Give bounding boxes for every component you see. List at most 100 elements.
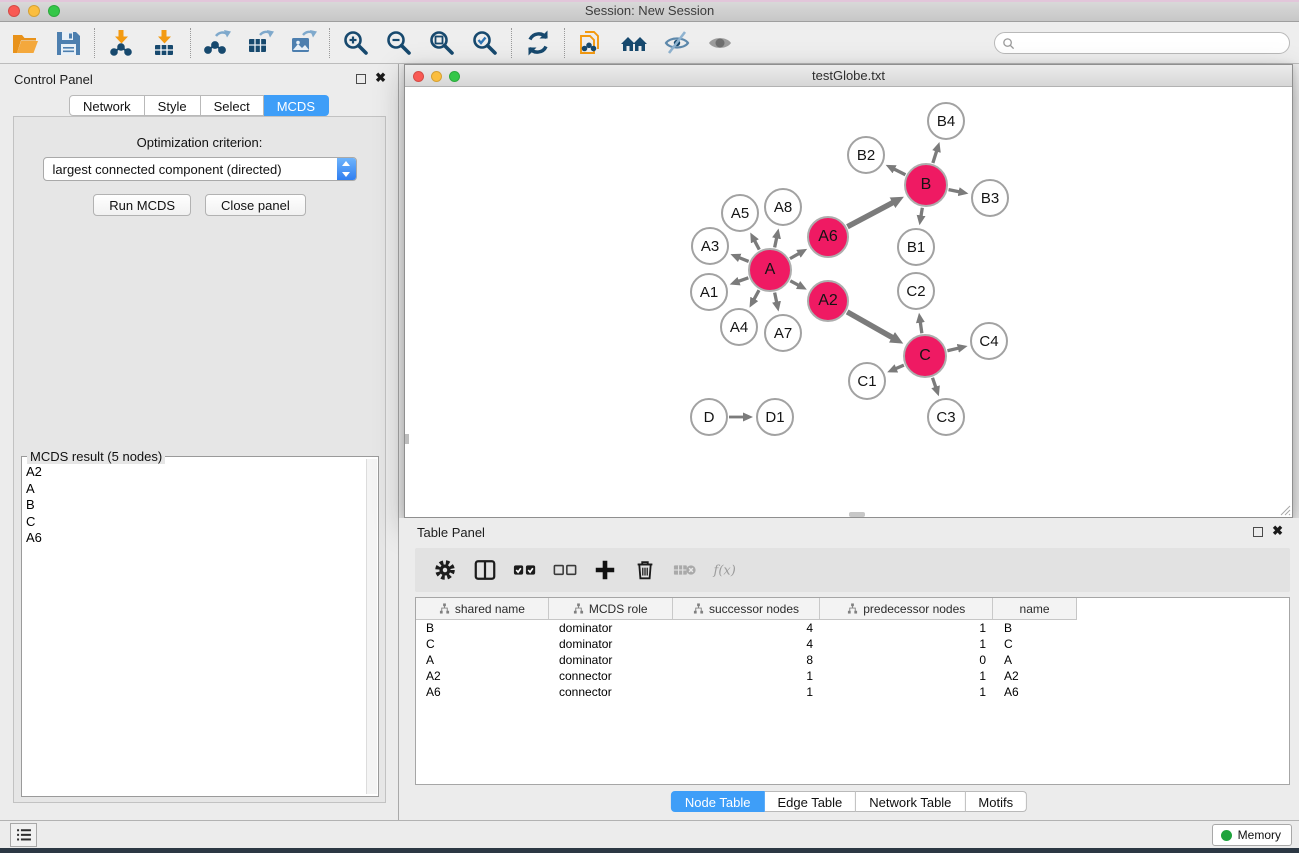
save-session-icon[interactable] (51, 26, 85, 60)
table-row-A2[interactable]: A2connector11A2 (416, 668, 1077, 684)
cell[interactable]: 1 (673, 684, 821, 700)
zoom-in-icon[interactable] (339, 26, 373, 60)
search-input[interactable] (1015, 34, 1289, 52)
cell[interactable]: 1 (821, 636, 994, 652)
node-A2[interactable]: A2 (807, 280, 849, 322)
tab-motifs[interactable]: Motifs (965, 791, 1027, 812)
node-C1[interactable]: C1 (848, 362, 886, 400)
deselect-all-icon[interactable] (552, 557, 578, 583)
cell[interactable]: A2 (994, 668, 1077, 684)
resize-grip-icon[interactable] (1278, 503, 1291, 516)
node-A3[interactable]: A3 (691, 227, 729, 265)
node-C3[interactable]: C3 (927, 398, 965, 436)
node-A7[interactable]: A7 (764, 314, 802, 352)
search-field[interactable] (994, 32, 1290, 54)
refresh-icon[interactable] (521, 26, 555, 60)
cell[interactable]: dominator (549, 652, 673, 668)
edge-C-C3[interactable] (932, 378, 935, 388)
edge-B-B4[interactable] (933, 151, 937, 163)
edge-A2-C[interactable] (847, 312, 893, 338)
table-row-A[interactable]: Adominator80A (416, 652, 1077, 668)
cell[interactable]: C (416, 636, 549, 652)
hide-graphics-icon[interactable] (660, 26, 694, 60)
show-graphics-icon[interactable] (703, 26, 737, 60)
float-panel-icon[interactable] (356, 74, 366, 84)
close-panel-icon[interactable]: ✖ (375, 73, 386, 83)
table-close-panel-icon[interactable]: ✖ (1272, 526, 1283, 536)
edge-C-C2[interactable] (920, 322, 922, 334)
minimize-window-button[interactable] (28, 5, 40, 17)
node-B1[interactable]: B1 (897, 228, 935, 266)
node-D[interactable]: D (690, 398, 728, 436)
task-history-button[interactable] (10, 823, 37, 847)
mcds-result-item-C[interactable]: C (23, 514, 365, 531)
edge-A-A2[interactable] (790, 281, 799, 286)
select-all-icon[interactable] (512, 557, 538, 583)
node-A8[interactable]: A8 (764, 188, 802, 226)
cell[interactable]: B (416, 620, 549, 636)
network-minimize-button[interactable] (431, 71, 442, 82)
tab-mcds[interactable]: MCDS (264, 95, 329, 116)
edge-B-B1[interactable] (921, 208, 922, 217)
node-B[interactable]: B (904, 163, 948, 207)
zoom-fit-icon[interactable] (425, 26, 459, 60)
node-B3[interactable]: B3 (971, 179, 1009, 217)
cell[interactable]: A6 (416, 684, 549, 700)
cell[interactable]: A2 (416, 668, 549, 684)
delete-column-icon[interactable] (632, 557, 658, 583)
result-scrollbar[interactable] (366, 459, 377, 794)
export-network-icon[interactable] (200, 26, 234, 60)
tab-network[interactable]: Network (69, 95, 145, 116)
cell[interactable]: C (994, 636, 1077, 652)
cell[interactable]: 1 (821, 668, 994, 684)
run-mcds-button[interactable]: Run MCDS (93, 194, 191, 216)
settings-gear-icon[interactable] (432, 557, 458, 583)
mcds-result-item-A6[interactable]: A6 (23, 530, 365, 547)
vertical-scroll-thumb[interactable] (405, 434, 409, 444)
column-header-name[interactable]: name (993, 598, 1076, 619)
cell[interactable]: 0 (821, 652, 994, 668)
column-header-predecessor-nodes[interactable]: predecessor nodes (820, 598, 993, 619)
node-A1[interactable]: A1 (690, 273, 728, 311)
cell[interactable]: dominator (549, 636, 673, 652)
node-D1[interactable]: D1 (756, 398, 794, 436)
edge-B-B2[interactable] (894, 169, 906, 175)
edge-A6-B[interactable] (847, 202, 893, 226)
cell[interactable]: A (994, 652, 1077, 668)
cell[interactable]: 8 (673, 652, 821, 668)
mcds-result-item-B[interactable]: B (23, 497, 365, 514)
edge-A-A8[interactable] (775, 237, 777, 247)
memory-button[interactable]: Memory (1212, 824, 1292, 846)
table-row-B[interactable]: Bdominator41B (416, 620, 1077, 636)
node-A5[interactable]: A5 (721, 194, 759, 232)
duplicate-network-icon[interactable] (574, 26, 608, 60)
mcds-result-item-A[interactable]: A (23, 481, 365, 498)
cell[interactable]: 1 (821, 684, 994, 700)
zoom-selected-icon[interactable] (468, 26, 502, 60)
network-window-title-bar[interactable]: testGlobe.txt (405, 65, 1292, 87)
node-B2[interactable]: B2 (847, 136, 885, 174)
criterion-select[interactable]: largest connected component (directed) (43, 157, 357, 181)
edge-A-A5[interactable] (754, 240, 759, 249)
cell[interactable]: 4 (673, 620, 821, 636)
tab-network-table[interactable]: Network Table (856, 791, 965, 812)
node-A4[interactable]: A4 (720, 308, 758, 346)
open-session-icon[interactable] (8, 26, 42, 60)
cell[interactable]: connector (549, 668, 673, 684)
edge-A-A7[interactable] (775, 293, 777, 303)
network-close-button[interactable] (413, 71, 424, 82)
node-C2[interactable]: C2 (897, 272, 935, 310)
cell[interactable]: dominator (549, 620, 673, 636)
column-header-shared-name[interactable]: shared name (416, 598, 549, 619)
close-window-button[interactable] (8, 5, 20, 17)
edge-A-A1[interactable] (738, 278, 748, 282)
node-C4[interactable]: C4 (970, 322, 1008, 360)
cell[interactable]: 1 (673, 668, 821, 684)
network-canvas[interactable]: ABCA2A6A1A3A4A5A7A8B1B2B3B4C1C2C3C4DD1 (405, 88, 1292, 517)
edge-A-A6[interactable] (790, 253, 799, 258)
node-A6[interactable]: A6 (807, 216, 849, 258)
node-B4[interactable]: B4 (927, 102, 965, 140)
close-panel-button[interactable]: Close panel (205, 194, 306, 216)
delete-table-icon[interactable] (672, 557, 698, 583)
table-row-A6[interactable]: A6connector11A6 (416, 684, 1077, 700)
